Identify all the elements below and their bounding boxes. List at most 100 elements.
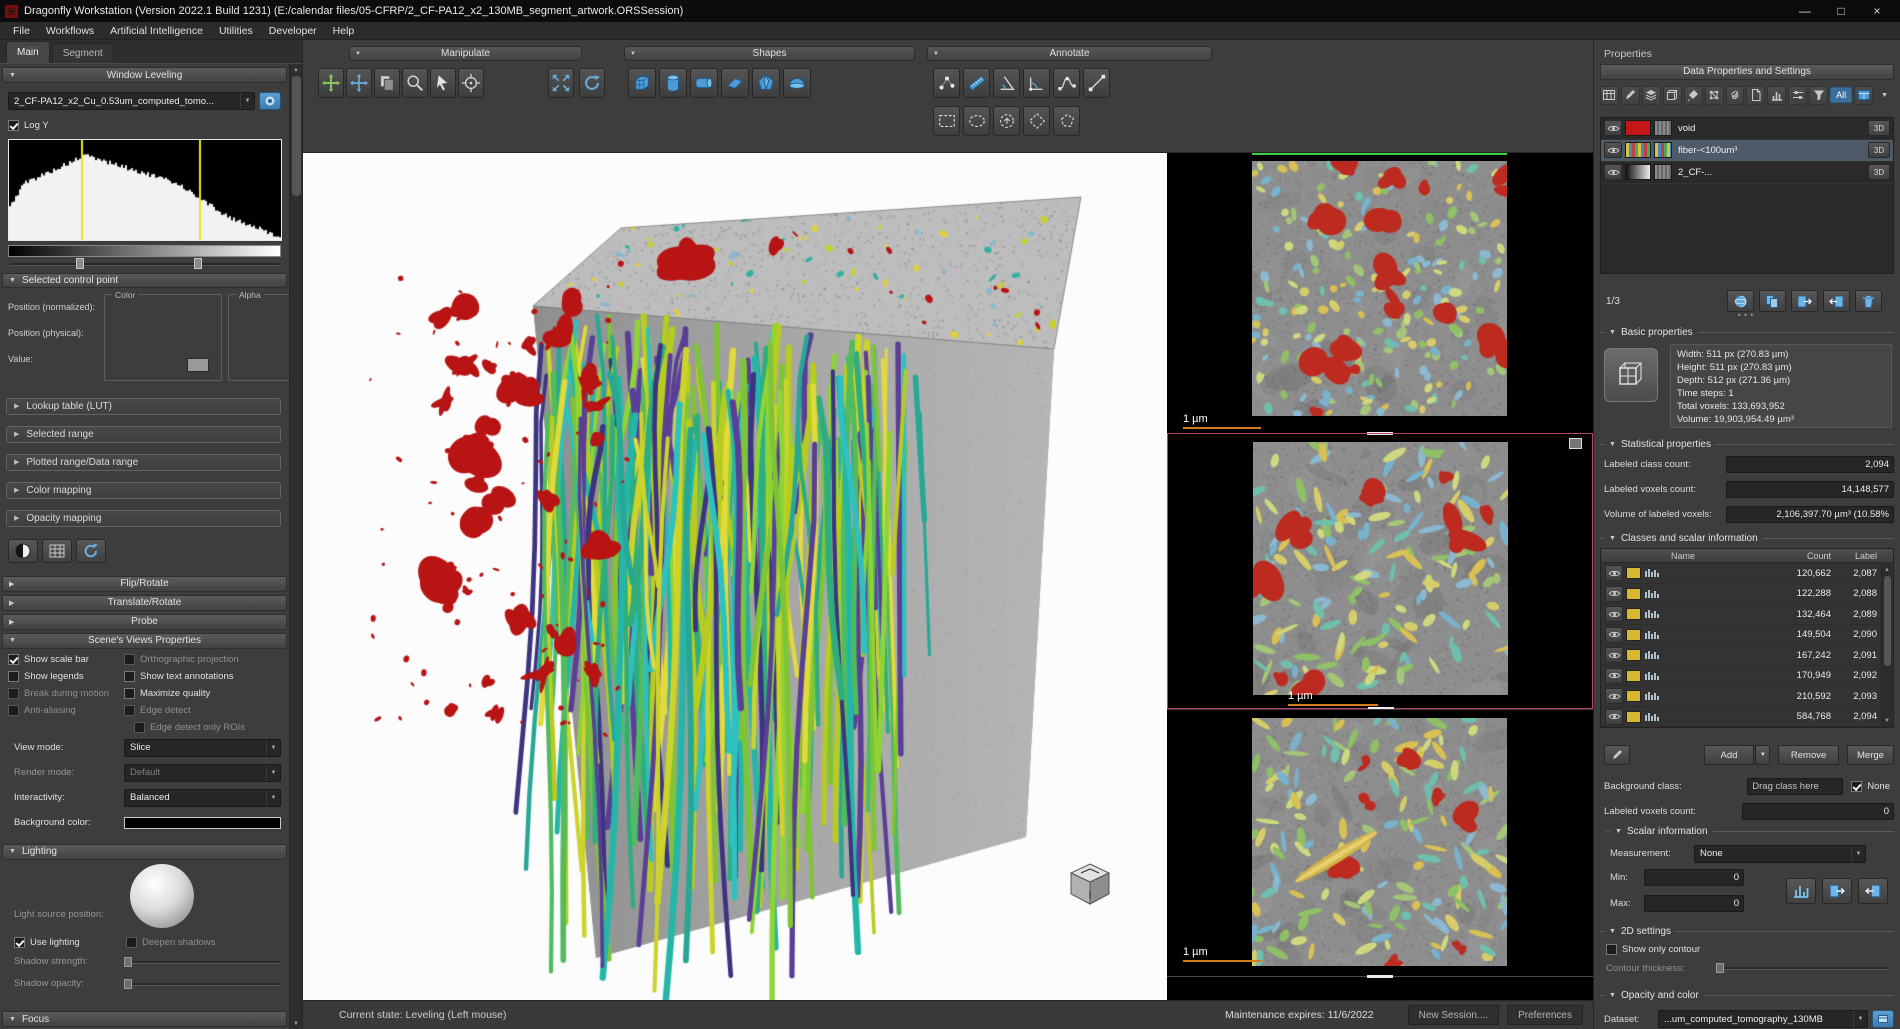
background-none-checkbox[interactable]: None [1851,781,1890,792]
slice-view-middle-selected[interactable]: 1 µm [1167,433,1593,709]
log-y-checkbox[interactable]: Log Y [8,119,49,131]
shadow-opacity-slider[interactable] [124,978,281,990]
cylinder-horizontal-clip-button[interactable] [690,68,718,98]
close-button[interactable]: × [1859,0,1895,22]
maximize-button[interactable]: □ [1823,0,1859,22]
visibility-eye-button[interactable] [1605,709,1623,725]
zoom-tool-button[interactable] [402,68,428,98]
mesh-icon[interactable] [1705,86,1724,105]
class-row[interactable]: 210,5922,093 [1601,686,1893,707]
import-object-button[interactable] [1823,290,1850,312]
flip-rotate-header[interactable]: ▶Flip/Rotate [2,576,287,592]
dataset-settings-button[interactable] [1872,1010,1894,1028]
object-lut-swatch[interactable] [1654,142,1672,158]
light-source-sphere[interactable] [130,864,194,928]
selected-control-point-header[interactable]: ▼Selected control point [2,273,287,288]
reset-leveling-button[interactable] [76,539,106,563]
box-clip-button[interactable] [628,68,656,98]
link-icon[interactable] [1726,86,1745,105]
remove-class-button[interactable]: Remove [1778,745,1839,765]
show-only-contour-checkbox[interactable]: Show only contour [1606,942,1896,958]
landmark-tool-button[interactable] [933,68,960,98]
orthographic-projection-checkbox[interactable]: Orthographic projection [124,654,289,665]
background-color-swatch[interactable] [124,817,281,829]
prism-clip-button[interactable] [752,68,780,98]
slice-canvas-middle[interactable] [1253,442,1508,695]
object-row-dataset[interactable]: 2_CF-... 3D [1601,162,1893,184]
all-filter-button[interactable]: All [1830,87,1852,103]
leveling-handle-high[interactable] [194,258,202,269]
add-class-button[interactable]: Add [1704,745,1755,765]
object-3d-button[interactable]: 3D [1868,120,1890,136]
probe-header[interactable]: ▶Probe [2,614,287,630]
slice-slider-tick[interactable] [1367,975,1393,978]
wedge-clip-button[interactable] [721,68,749,98]
lookup-table-section[interactable]: ▶Lookup table (LUT) [6,398,281,415]
manipulate-group-header[interactable]: ▼Manipulate [349,46,582,61]
class-row[interactable]: 167,2422,091 [1601,645,1893,666]
visibility-eye-button[interactable] [1605,586,1623,602]
class-color-swatch[interactable] [1626,629,1641,641]
scalar-import-button[interactable] [1858,878,1888,904]
color-mapping-section[interactable]: ▶Color mapping [6,482,281,499]
slice-slider-track[interactable] [1167,976,1593,977]
slider-knob[interactable] [1716,963,1724,973]
leveling-handle-low[interactable] [76,258,84,269]
slice-canvas-top[interactable] [1252,161,1507,416]
focus-header[interactable]: ▼Focus [2,1011,287,1027]
circle-select-button[interactable] [993,106,1020,136]
class-row[interactable]: 132,4642,089 [1601,604,1893,625]
new-session-button[interactable]: New Session.... [1408,1005,1499,1025]
panel-resize-handle[interactable]: ••• [1598,313,1896,320]
scene-views-properties-header[interactable]: ▼Scene's Views Properties [2,633,287,649]
annotate-group-header[interactable]: ▼Annotate [927,46,1212,61]
visibility-eye-button[interactable] [1605,688,1623,704]
dataset-info-button[interactable] [259,92,281,110]
diamond-select-button[interactable] [1023,106,1050,136]
menu-item-artificial-intelligence[interactable]: Artificial Intelligence [103,24,210,38]
render-mode-dropdown[interactable]: Default▼ [124,764,281,782]
object-color-swatch[interactable] [1625,164,1651,180]
edit-icon[interactable] [1621,86,1640,105]
scalar-histogram-button[interactable] [1786,878,1816,904]
sliders-icon[interactable] [1788,86,1807,105]
pan-tool-button[interactable] [318,68,344,98]
document-icon[interactable] [1746,86,1765,105]
class-color-swatch[interactable] [1626,711,1641,723]
merge-class-button[interactable]: Merge [1847,745,1894,765]
visibility-eye-button[interactable] [1605,668,1623,684]
menu-item-developer[interactable]: Developer [262,24,324,38]
data-properties-header[interactable]: Data Properties and Settings [1600,64,1894,80]
export-object-button[interactable] [1791,290,1818,312]
scrollbar-thumb[interactable] [292,76,301,196]
class-color-swatch[interactable] [1626,588,1641,600]
menu-item-utilities[interactable]: Utilities [212,24,260,38]
move-tool-button[interactable] [346,68,372,98]
break-during-motion-checkbox[interactable]: Break during motion [8,688,120,699]
object-color-swatch[interactable] [1625,142,1651,158]
histogram-canvas[interactable] [8,139,282,241]
object-lut-swatch[interactable] [1654,164,1672,180]
use-lighting-checkbox[interactable]: Use lighting [14,937,122,948]
scroll-up-icon[interactable]: ▲ [293,64,299,75]
preferences-button[interactable]: Preferences [1507,1005,1583,1025]
show-scale-bar-checkbox[interactable]: Show scale bar [8,654,120,665]
deepen-shadows-checkbox[interactable]: Deepen shadows [126,937,215,948]
contour-thickness-slider[interactable] [1716,962,1888,974]
slice-view-bottom[interactable]: 1 µm [1167,709,1593,970]
dome-clip-button[interactable] [783,68,811,98]
object-row-void[interactable]: void 3D [1601,118,1893,140]
edge-detect-checkbox[interactable]: Edge detect [124,705,289,716]
layers-icon[interactable] [1642,86,1661,105]
minimize-button[interactable]: — [1787,0,1823,22]
add-class-dropdown-button[interactable]: ▼ [1755,745,1770,765]
visibility-eye-button[interactable] [1604,142,1622,158]
reset-view-button[interactable] [579,68,605,98]
lighting-header[interactable]: ▼Lighting [2,844,287,860]
class-color-swatch[interactable] [1626,670,1641,682]
slice-view-top[interactable]: 1 µm [1167,153,1593,433]
opacity-color-header[interactable]: ▼Opacity and color [1600,987,1894,1003]
tab-segment[interactable]: Segment [52,43,114,63]
tab-main[interactable]: Main [6,41,50,63]
classes-table-header[interactable]: Name Count Label [1601,549,1893,563]
